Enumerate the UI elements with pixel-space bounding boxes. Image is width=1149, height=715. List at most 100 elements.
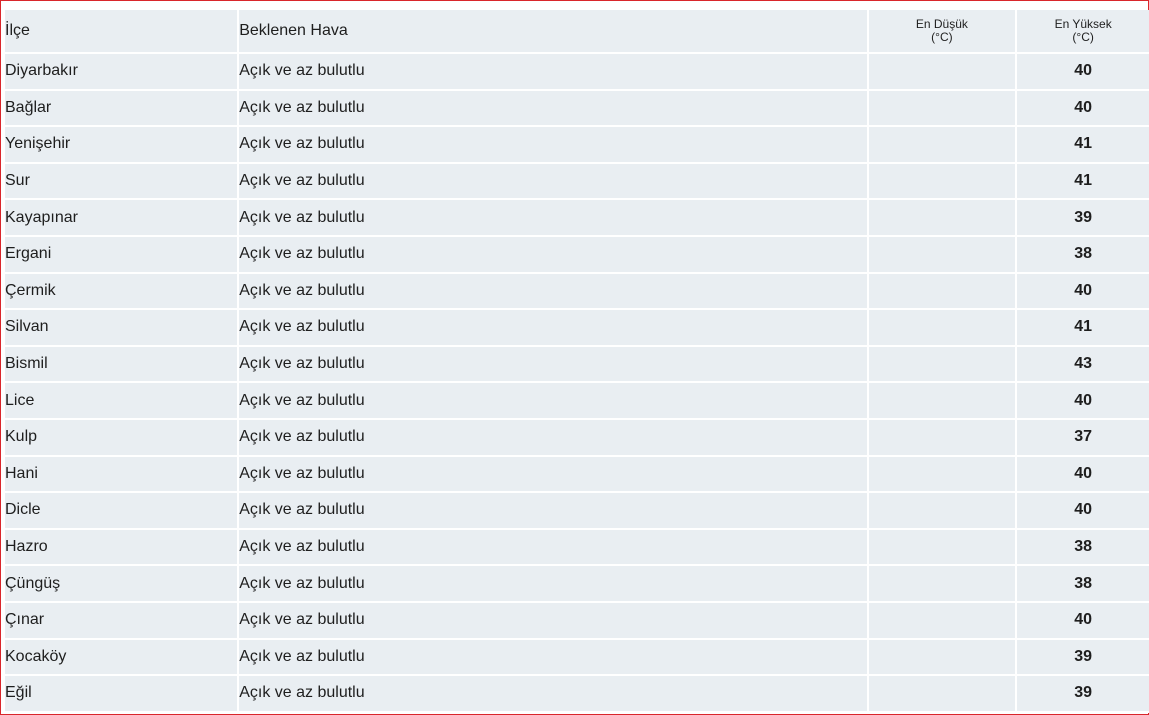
forecast-cell: Açık ve az bulutlu — [238, 272, 869, 311]
table-row: Kulp Açık ve az bulutlu 37 — [5, 418, 1149, 457]
table-row: Çermik Açık ve az bulutlu 40 — [5, 272, 1149, 311]
forecast-column-header: Beklenen Hava — [238, 10, 869, 54]
table-row: Dicle Açık ve az bulutlu 40 — [5, 492, 1149, 530]
table-row: Silvan Açık ve az bulutlu 41 — [5, 309, 1149, 347]
district-cell: Bismil — [5, 345, 240, 384]
forecast-cell: Açık ve az bulutlu — [238, 455, 869, 494]
forecast-cell: Açık ve az bulutlu — [238, 235, 869, 274]
max-temp-cell: 40 — [1016, 601, 1149, 640]
forecast-cell: Açık ve az bulutlu — [238, 382, 869, 420]
district-cell: Dicle — [5, 492, 240, 530]
table-row: Kayapınar Açık ve az bulutlu 39 — [5, 199, 1149, 237]
weather-forecast-table: İlçe Beklenen Hava En Düşük (°C) En Yüks… — [5, 10, 1149, 713]
district-cell: Yenişehir — [5, 126, 240, 164]
min-temp-cell — [867, 345, 1018, 384]
table-row: Sur Açık ve az bulutlu 41 — [5, 162, 1149, 201]
max-temp-cell: 40 — [1016, 89, 1149, 128]
table-row: Çınar Açık ve az bulutlu 40 — [5, 601, 1149, 640]
min-temp-cell — [867, 235, 1018, 274]
forecast-cell: Açık ve az bulutlu — [238, 565, 869, 603]
forecast-cell: Açık ve az bulutlu — [238, 309, 869, 347]
district-cell: Hazro — [5, 528, 240, 567]
min-temp-cell — [867, 601, 1018, 640]
district-cell: Kulp — [5, 418, 240, 457]
forecast-cell: Açık ve az bulutlu — [238, 53, 869, 91]
table-row: Hani Açık ve az bulutlu 40 — [5, 455, 1149, 494]
table-row: Lice Açık ve az bulutlu 40 — [5, 382, 1149, 420]
district-cell: Çüngüş — [5, 565, 240, 603]
max-temp-cell: 41 — [1016, 126, 1149, 164]
max-temp-cell: 40 — [1016, 455, 1149, 494]
max-temp-cell: 38 — [1016, 528, 1149, 567]
table-row: Çüngüş Açık ve az bulutlu 38 — [5, 565, 1149, 603]
district-cell: Çınar — [5, 601, 240, 640]
max-temp-cell: 38 — [1016, 235, 1149, 274]
max-temp-cell: 40 — [1016, 492, 1149, 530]
min-temp-cell — [867, 638, 1018, 677]
min-temp-cell — [867, 455, 1018, 494]
district-cell: Ergani — [5, 235, 240, 274]
min-temp-cell — [867, 309, 1018, 347]
min-temp-cell — [867, 53, 1018, 91]
forecast-cell: Açık ve az bulutlu — [238, 126, 869, 164]
min-temp-cell — [867, 126, 1018, 164]
district-cell: Sur — [5, 162, 240, 201]
forecast-cell: Açık ve az bulutlu — [238, 89, 869, 128]
forecast-cell: Açık ve az bulutlu — [238, 528, 869, 567]
forecast-cell: Açık ve az bulutlu — [238, 418, 869, 457]
min-temp-cell — [867, 162, 1018, 201]
forecast-cell: Açık ve az bulutlu — [238, 345, 869, 384]
max-temp-header-unit: (°C) — [1072, 30, 1094, 44]
table-row: Ergani Açık ve az bulutlu 38 — [5, 235, 1149, 274]
max-temp-cell: 41 — [1016, 309, 1149, 347]
max-temp-cell: 37 — [1016, 418, 1149, 457]
max-temp-cell: 41 — [1016, 162, 1149, 201]
district-cell: Kocaköy — [5, 638, 240, 677]
table-header-row: İlçe Beklenen Hava En Düşük (°C) En Yüks… — [5, 10, 1149, 54]
forecast-cell: Açık ve az bulutlu — [238, 601, 869, 640]
district-cell: Lice — [5, 382, 240, 420]
min-temp-cell — [867, 382, 1018, 420]
table-body: Diyarbakır Açık ve az bulutlu 40 Bağlar Açık… — [5, 53, 1149, 713]
district-cell: Hani — [5, 455, 240, 494]
forecast-cell: Açık ve az bulutlu — [238, 492, 869, 530]
district-cell: Diyarbakır — [5, 53, 240, 91]
max-temp-column-header: En Yüksek (°C) — [1016, 10, 1149, 54]
min-temp-cell — [867, 89, 1018, 128]
forecast-cell: Açık ve az bulutlu — [238, 199, 869, 237]
min-temp-cell — [867, 492, 1018, 530]
district-cell: Eğil — [5, 675, 240, 713]
max-temp-cell: 38 — [1016, 565, 1149, 603]
table-row: Bismil Açık ve az bulutlu 43 — [5, 345, 1149, 384]
district-column-header: İlçe — [5, 10, 240, 54]
min-temp-cell — [867, 675, 1018, 713]
max-temp-cell: 43 — [1016, 345, 1149, 384]
district-cell: Bağlar — [5, 89, 240, 128]
table-row: Diyarbakır Açık ve az bulutlu 40 — [5, 53, 1149, 91]
table-row: Bağlar Açık ve az bulutlu 40 — [5, 89, 1149, 128]
table-row: Kocaköy Açık ve az bulutlu 39 — [5, 638, 1149, 677]
max-temp-cell: 39 — [1016, 199, 1149, 237]
district-cell: Çermik — [5, 272, 240, 311]
min-temp-cell — [867, 199, 1018, 237]
forecast-cell: Açık ve az bulutlu — [238, 638, 869, 677]
table-row: Hazro Açık ve az bulutlu 38 — [5, 528, 1149, 567]
min-temp-cell — [867, 272, 1018, 311]
district-cell: Silvan — [5, 309, 240, 347]
forecast-cell: Açık ve az bulutlu — [238, 162, 869, 201]
forecast-cell: Açık ve az bulutlu — [238, 675, 869, 713]
table-row: Yenişehir Açık ve az bulutlu 41 — [5, 126, 1149, 164]
min-temp-cell — [867, 418, 1018, 457]
table-row: Eğil Açık ve az bulutlu 39 — [5, 675, 1149, 713]
max-temp-cell: 39 — [1016, 675, 1149, 713]
min-temp-header-unit: (°C) — [931, 30, 953, 44]
max-temp-cell: 40 — [1016, 382, 1149, 420]
min-temp-cell — [867, 565, 1018, 603]
max-temp-cell: 39 — [1016, 638, 1149, 677]
max-temp-cell: 40 — [1016, 272, 1149, 311]
min-temp-cell — [867, 528, 1018, 567]
min-temp-column-header: En Düşük (°C) — [867, 10, 1018, 54]
district-cell: Kayapınar — [5, 199, 240, 237]
max-temp-cell: 40 — [1016, 53, 1149, 91]
weather-table-frame: İlçe Beklenen Hava En Düşük (°C) En Yüks… — [0, 0, 1149, 715]
